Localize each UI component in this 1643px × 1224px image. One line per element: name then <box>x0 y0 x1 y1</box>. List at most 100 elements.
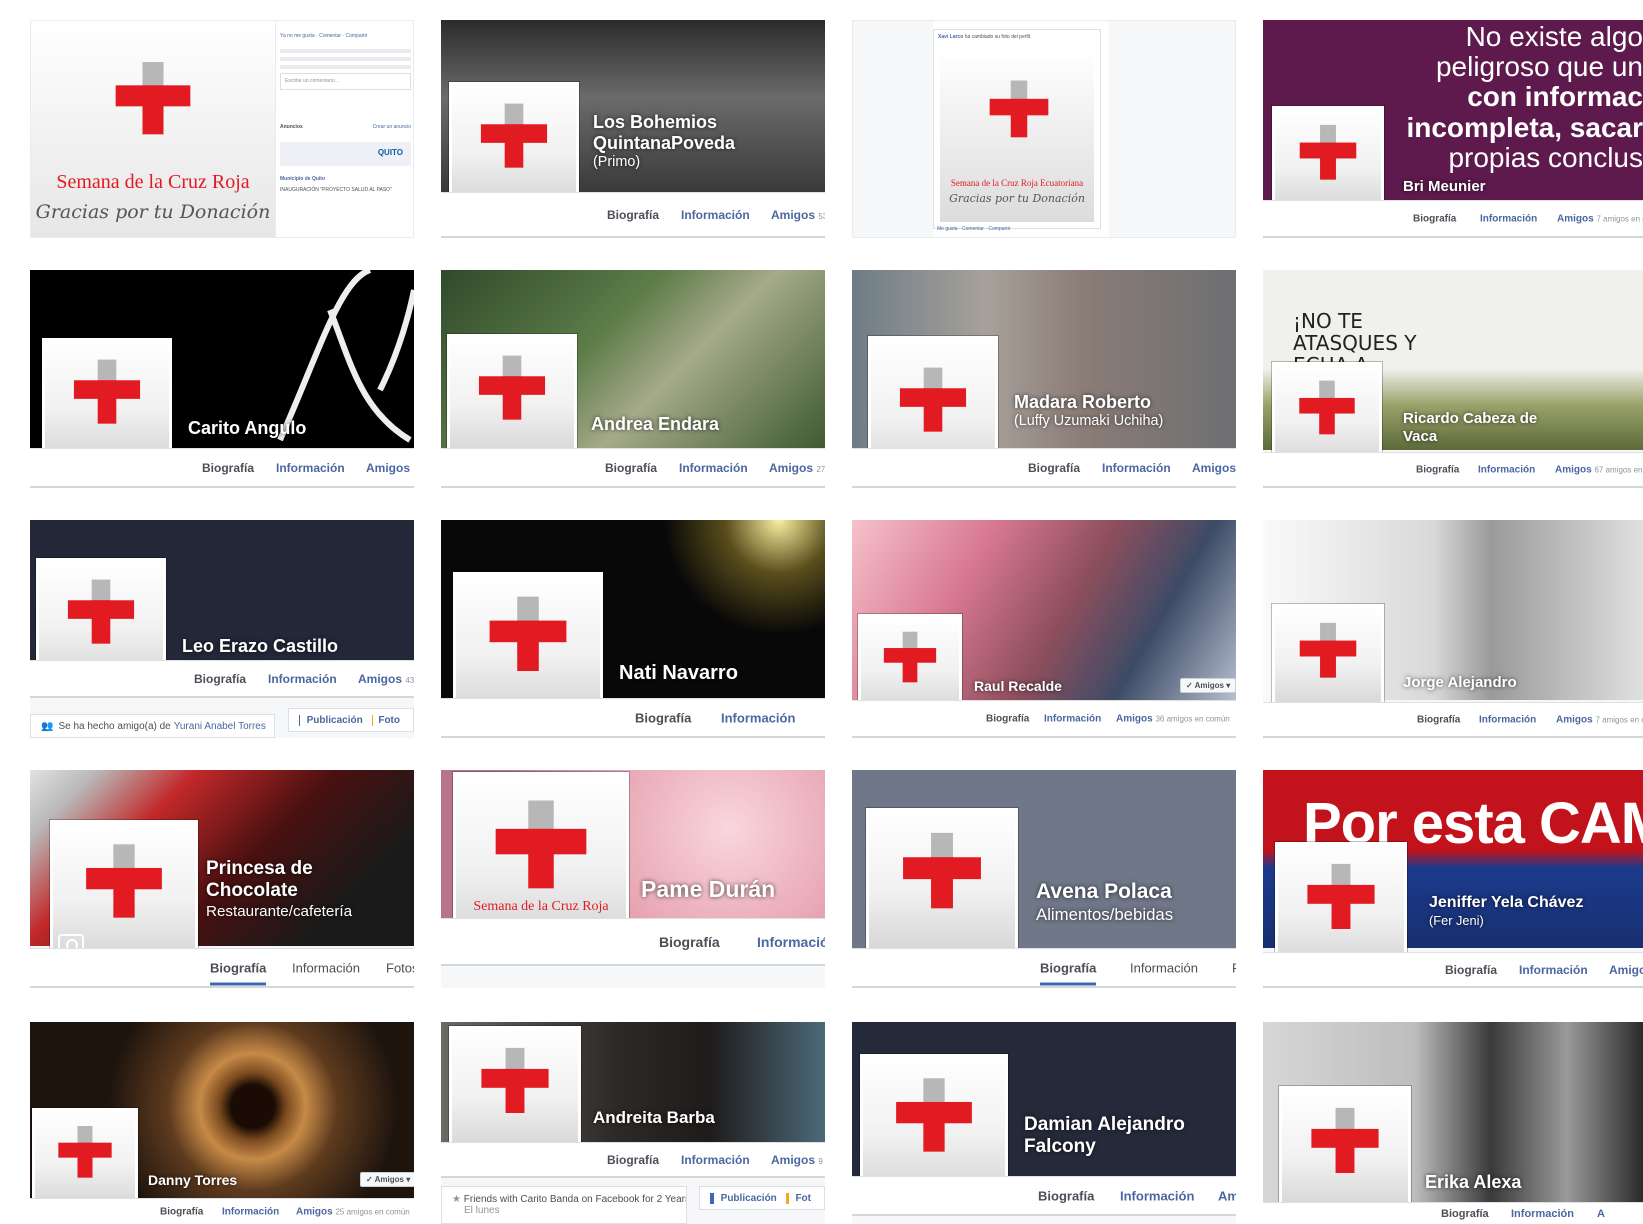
friends-button[interactable]: ✓ Amigos ▾ <box>360 1172 414 1187</box>
tab-timeline[interactable]: Biografía <box>607 208 659 222</box>
photo-button[interactable]: Foto <box>378 715 400 726</box>
tab-friends[interactable]: Amigos 9 <box>771 1153 823 1167</box>
tab-about[interactable]: Información <box>1480 213 1537 224</box>
profile-name[interactable]: Bri Meunier <box>1403 178 1486 196</box>
profile-name-text: Avena Polaca <box>1036 880 1172 903</box>
photo-icon <box>785 1192 790 1204</box>
profile-name[interactable]: Nati Navarro <box>619 662 738 686</box>
tab-friends[interactable]: A <box>1597 1208 1605 1220</box>
tab-more[interactable]: F <box>1232 960 1236 975</box>
tab-about[interactable]: Información <box>681 208 750 222</box>
tab-timeline[interactable]: Biografía <box>1441 1208 1489 1220</box>
profile-name[interactable]: Avena Polaca Alimentos/bebidas <box>1036 880 1173 925</box>
publish-button[interactable]: Publicación <box>307 715 363 726</box>
profile-name[interactable]: Andrea Endara <box>591 414 719 435</box>
tab-friends[interactable]: Amigos 25 amigos en común <box>296 1206 410 1217</box>
profile-name[interactable]: Carito Angulo <box>188 418 306 439</box>
profile-name[interactable]: Erika Alexa <box>1425 1172 1521 1193</box>
profile-name[interactable]: Jeniffer Yela Chávez (Fer Jeni) <box>1429 894 1583 928</box>
activity-text: ★ Friends with Carito Banda on Facebook … <box>452 1194 686 1205</box>
tab-friends[interactable]: Amigos 27 <box>769 461 825 475</box>
tab-photos[interactable]: Fotos <box>386 960 414 975</box>
tab-timeline[interactable]: Biografía <box>160 1206 203 1217</box>
tab-about[interactable]: Información <box>1120 1188 1194 1203</box>
post-footer[interactable]: Me gusta · Comentar · Compartir <box>933 222 1014 238</box>
profile-name[interactable]: Raul Recalde <box>974 678 1062 695</box>
tab-about[interactable]: Informació <box>757 934 825 950</box>
profile-name[interactable]: Andreita Barba <box>593 1108 715 1128</box>
tab-timeline[interactable]: Biografía <box>605 461 657 475</box>
tab-timeline[interactable]: Biografía <box>1038 1188 1094 1203</box>
tab-about[interactable]: Información <box>1519 963 1588 977</box>
tab-friends-label: Amigos <box>296 1206 333 1217</box>
tab-about[interactable]: Información <box>1044 713 1101 724</box>
post-author[interactable]: Xavi Larco <box>938 34 963 40</box>
tab-friends[interactable]: Amigos 7 amigos en c <box>1556 714 1643 725</box>
tab-about[interactable]: Información <box>1479 714 1536 725</box>
tab-timeline[interactable]: Biografía <box>1417 714 1460 725</box>
profile-name[interactable]: Pame Durán <box>641 876 775 903</box>
profile-picture[interactable] <box>866 808 1018 960</box>
photo-button[interactable]: Fot <box>795 1193 811 1204</box>
tab-about[interactable]: Información <box>276 461 345 475</box>
tab-about[interactable]: Información <box>222 1206 279 1217</box>
red-cross-logo <box>45 341 169 465</box>
profile-tabbar: Biografía Informació <box>441 918 825 966</box>
activity-link[interactable]: Yurani Anabel Torres <box>174 721 266 732</box>
publish-button[interactable]: Publicación <box>721 1193 777 1204</box>
profile-picture[interactable] <box>1272 604 1384 716</box>
tab-friends[interactable]: Amigos 67 amigos en co <box>1555 464 1643 475</box>
profile-tabbar: Biografía Información Amigos 53 <box>441 192 825 238</box>
post-actions-link[interactable]: Ya no me gusta · Comentar · Compartir <box>276 29 413 45</box>
tab-timeline[interactable]: Biografía <box>210 960 267 985</box>
tab-about[interactable]: Información <box>721 710 795 725</box>
tab-friends[interactable]: Amigos 43 <box>358 672 414 686</box>
tab-about[interactable]: Información <box>292 960 360 975</box>
tab-about[interactable]: Información <box>1478 464 1535 475</box>
ad-banner[interactable]: QUITO <box>280 141 411 166</box>
tab-about[interactable]: Información <box>1102 461 1171 475</box>
tab-about[interactable]: Información <box>681 1153 750 1167</box>
friends-button[interactable]: ✓ Amigos ▾ <box>1180 678 1236 693</box>
tab-about[interactable]: Información <box>679 461 748 475</box>
ad-title[interactable]: Municipio de Quito <box>276 172 413 188</box>
profile-name[interactable]: Damian Alejandro Falcony <box>1024 1114 1204 1159</box>
profile-name[interactable]: Madara Roberto (Luffy Uzumaki Uchiha) <box>1014 392 1163 430</box>
tab-timeline[interactable]: Biografía <box>194 672 246 686</box>
tab-timeline[interactable]: Biografía <box>607 1153 659 1167</box>
tab-friends[interactable]: Amigos 36 amigos en común <box>1116 713 1230 724</box>
profile-picture[interactable] <box>1279 1086 1411 1218</box>
tab-friends[interactable]: Am <box>1218 1188 1236 1203</box>
tab-about[interactable]: Información <box>268 672 337 686</box>
profile-tabbar: Biografía Información Amigos 9 <box>441 1142 825 1178</box>
tab-friends[interactable]: Amigos <box>1192 461 1236 475</box>
tab-timeline[interactable]: Biografía <box>1028 461 1080 475</box>
tab-friends[interactable]: Amigos <box>366 461 410 475</box>
tab-timeline[interactable]: Biografía <box>1416 464 1459 475</box>
profile-name[interactable]: Los Bohemios QuintanaPoveda (Primo) <box>593 112 793 171</box>
profile-name[interactable]: Leo Erazo Castillo <box>182 636 338 657</box>
tab-friends[interactable]: Amigo <box>1609 963 1643 977</box>
profile-name[interactable]: Ricardo Cabeza de Vaca <box>1403 410 1563 445</box>
tab-friends[interactable]: Amigos 53 <box>771 208 825 222</box>
tab-timeline[interactable]: Biografía <box>986 713 1029 724</box>
tab-timeline[interactable]: Biografía <box>1413 213 1456 224</box>
tab-friends[interactable]: Amigos 7 amigos en co <box>1557 213 1643 224</box>
profile-picture[interactable] <box>449 1026 581 1158</box>
tab-about[interactable]: Información <box>1130 960 1198 975</box>
profile-picture[interactable] <box>447 334 577 464</box>
profile-name[interactable]: Princesa de Chocolate Restaurante/cafeter… <box>206 858 356 921</box>
tab-timeline[interactable]: Biografía <box>635 710 691 725</box>
red-cross-logo <box>452 1029 578 1155</box>
comment-input[interactable]: Escribe un comentario... <box>280 72 411 90</box>
tab-about[interactable]: Información <box>1511 1208 1574 1220</box>
tab-timeline[interactable]: Biografía <box>1445 963 1497 977</box>
post-photo[interactable]: Semana de la Cruz Roja Ecuatoriana Graci… <box>940 50 1094 222</box>
tab-timeline[interactable]: Biografía <box>659 934 720 950</box>
tab-timeline[interactable]: Biografía <box>1040 960 1097 985</box>
tab-timeline[interactable]: Biografía <box>202 461 254 475</box>
create-ad-link[interactable]: Crear un anuncio <box>369 120 413 136</box>
profile-name[interactable]: Jorge Alejandro <box>1403 674 1517 692</box>
profile-name-text: Jeniffer Yela Chávez <box>1429 894 1584 911</box>
profile-name[interactable]: Danny Torres <box>148 1172 237 1189</box>
